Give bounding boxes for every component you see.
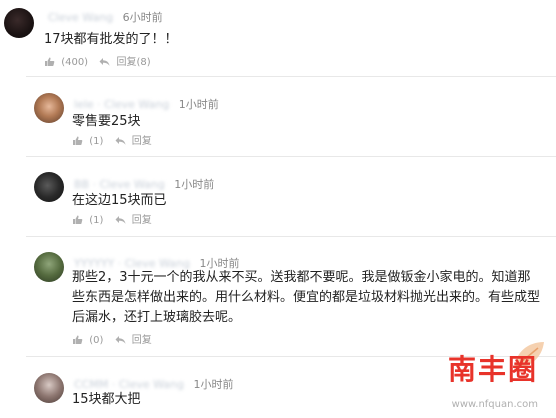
timestamp: 1小时前 xyxy=(178,98,219,111)
reply-button[interactable]: 回复(8) xyxy=(99,53,151,68)
like-button[interactable]: (0) xyxy=(72,335,103,346)
like-button[interactable]: (1) xyxy=(72,136,103,147)
avatar[interactable] xyxy=(34,172,64,202)
like-button[interactable]: (400) xyxy=(44,57,88,68)
comment-text: 在这边15块而已 xyxy=(72,193,167,208)
thumbs-up-icon xyxy=(73,215,83,224)
avatar[interactable] xyxy=(34,373,64,403)
avatar[interactable] xyxy=(34,93,64,123)
reply-button[interactable]: 回复 xyxy=(115,331,152,346)
site-watermark: 南丰圈 www.nfquan.com xyxy=(428,342,548,416)
timestamp: 1小时前 xyxy=(193,378,234,391)
comment-text: 零售要25块 xyxy=(72,114,141,129)
reply-arrow-icon xyxy=(115,336,126,344)
comment-text: 那些2，3十元一个的我从来不买。送我都不要呢。我是做钣金小家电的。知道那些东西是… xyxy=(72,270,541,325)
comment-actions: (1) 回复 xyxy=(72,132,160,147)
thumbs-up-icon xyxy=(73,136,83,145)
username[interactable]: Cleve Wang xyxy=(48,11,113,24)
comment-meta: lele · Cleve Wang 1小时前 xyxy=(74,96,219,112)
comment-actions: (0) 回复 xyxy=(72,331,160,346)
reply-button[interactable]: 回复 xyxy=(115,132,152,147)
reply-button[interactable]: 回复 xyxy=(115,211,152,226)
watermark-title: 南丰圈 xyxy=(447,353,538,386)
like-count: (1) xyxy=(89,136,104,147)
comment-actions: (1) 回复 xyxy=(72,211,160,226)
like-count: (1) xyxy=(89,215,104,226)
reply-label: 回复 xyxy=(131,215,152,226)
reply-label: 回复 xyxy=(116,57,137,68)
thumbs-up-icon xyxy=(45,57,55,66)
reply-arrow-icon xyxy=(99,58,110,66)
like-count: (400) xyxy=(61,57,89,68)
timestamp: 6小时前 xyxy=(122,11,163,24)
comment-meta: BB · Cleve Wang 1小时前 xyxy=(74,176,214,192)
thumbs-up-icon xyxy=(73,335,83,344)
reply-arrow-icon xyxy=(115,137,126,145)
divider xyxy=(26,236,556,237)
username[interactable]: BB · Cleve Wang xyxy=(74,178,165,191)
reply-label: 回复 xyxy=(131,136,152,147)
avatar[interactable] xyxy=(34,252,64,282)
comment-actions: (400) 回复(8) xyxy=(44,53,159,68)
comment-meta: Cleve Wang 6小时前 xyxy=(48,9,163,25)
timestamp: 1小时前 xyxy=(174,178,215,191)
like-button[interactable]: (1) xyxy=(72,215,103,226)
watermark-url: www.nfquan.com xyxy=(451,399,538,410)
divider xyxy=(26,76,556,77)
reply-arrow-icon xyxy=(115,216,126,224)
comment-text: 17块都有批发的了！！ xyxy=(44,32,178,47)
reply-count: (8) xyxy=(136,57,151,68)
like-count: (0) xyxy=(89,335,104,346)
username[interactable]: lele · Cleve Wang xyxy=(74,98,169,111)
avatar[interactable] xyxy=(4,8,34,38)
comment-text: 15块都大把 xyxy=(72,392,141,407)
reply-label: 回复 xyxy=(131,335,152,346)
divider xyxy=(26,156,556,157)
